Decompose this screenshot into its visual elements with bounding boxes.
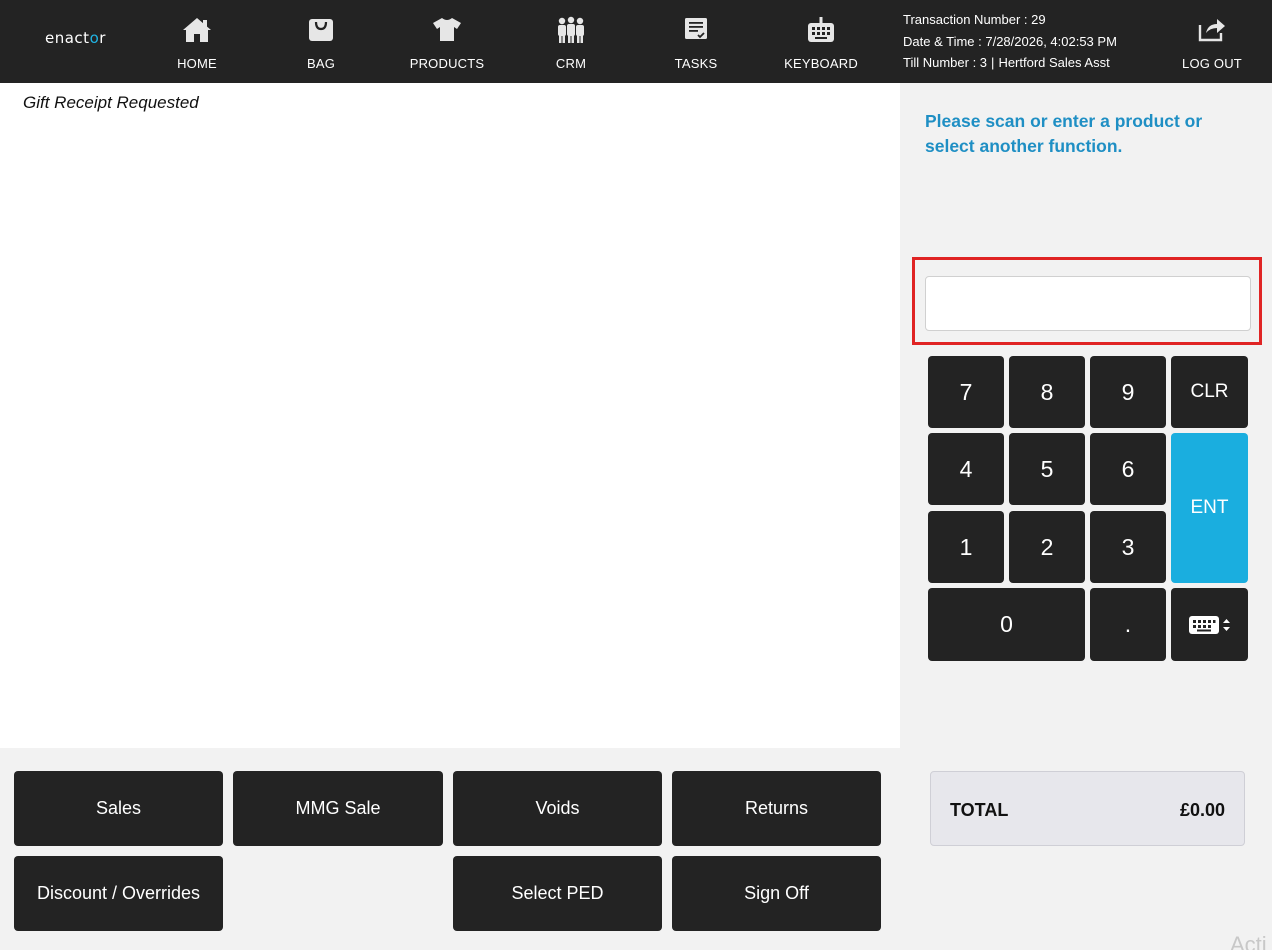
till-separator: | bbox=[991, 55, 995, 70]
activation-watermark: Acti bbox=[1230, 932, 1267, 950]
key-1[interactable]: 1 bbox=[928, 511, 1004, 583]
total-box: TOTAL £0.00 bbox=[930, 771, 1245, 846]
receipt-panel: Gift Receipt Requested bbox=[0, 83, 900, 748]
people-icon bbox=[558, 16, 584, 43]
operator-name: Hertford Sales Asst bbox=[998, 55, 1110, 70]
keyboard-toggle-button[interactable] bbox=[1171, 588, 1248, 661]
key-7[interactable]: 7 bbox=[928, 356, 1004, 428]
keyboard-icon bbox=[808, 17, 834, 42]
select-ped-button[interactable]: Select PED bbox=[453, 856, 662, 931]
key-decimal[interactable]: . bbox=[1090, 588, 1166, 661]
scan-input[interactable] bbox=[925, 276, 1251, 331]
returns-button[interactable]: Returns bbox=[672, 771, 881, 846]
till-number: Till Number : 3 bbox=[903, 55, 988, 70]
transaction-number: Transaction Number : 29 bbox=[903, 12, 1046, 27]
key-4[interactable]: 4 bbox=[928, 433, 1004, 505]
discount-overrides-button[interactable]: Discount / Overrides bbox=[14, 856, 223, 931]
nav-bag[interactable]: BAG bbox=[266, 0, 376, 83]
nav-keyboard-label: KEYBOARD bbox=[784, 56, 858, 71]
key-6[interactable]: 6 bbox=[1090, 433, 1166, 505]
enactor-logo: enactor bbox=[45, 29, 106, 47]
transaction-info: Transaction Number : 29 Date & Time : 7/… bbox=[903, 9, 1117, 74]
key-clear[interactable]: CLR bbox=[1171, 356, 1248, 428]
nav-crm-label: CRM bbox=[555, 56, 587, 71]
nav-products[interactable]: PRODUCTS bbox=[392, 0, 502, 83]
key-8[interactable]: 8 bbox=[1009, 356, 1085, 428]
mmg-sale-button[interactable]: MMG Sale bbox=[233, 771, 443, 846]
gift-receipt-note: Gift Receipt Requested bbox=[23, 93, 199, 112]
date-time: Date & Time : 7/28/2026, 4:02:53 PM bbox=[903, 33, 1117, 49]
total-label: TOTAL bbox=[950, 800, 1009, 820]
scan-input-highlight bbox=[912, 257, 1262, 345]
nav-bag-label: BAG bbox=[306, 56, 336, 71]
logout-label: LOG OUT bbox=[1182, 56, 1242, 71]
tshirt-icon bbox=[433, 18, 461, 41]
keyboard-toggle-icon bbox=[1188, 615, 1230, 634]
key-5[interactable]: 5 bbox=[1009, 433, 1085, 505]
key-2[interactable]: 2 bbox=[1009, 511, 1085, 583]
nav-home-label: HOME bbox=[177, 56, 217, 71]
bag-icon bbox=[309, 19, 333, 41]
tasks-icon bbox=[685, 18, 707, 39]
prompt-message: Please scan or enter a product or select… bbox=[925, 111, 1203, 156]
nav-keyboard[interactable]: KEYBOARD bbox=[766, 0, 876, 83]
nav-crm[interactable]: CRM bbox=[516, 0, 626, 83]
entry-panel: Please scan or enter a product or select… bbox=[900, 83, 1272, 950]
nav-tasks[interactable]: TASKS bbox=[641, 0, 751, 83]
key-9[interactable]: 9 bbox=[1090, 356, 1166, 428]
nav-products-label: PRODUCTS bbox=[409, 56, 485, 71]
sales-button[interactable]: Sales bbox=[14, 771, 223, 846]
voids-button[interactable]: Voids bbox=[453, 771, 662, 846]
logout-button[interactable]: LOG OUT bbox=[1157, 0, 1267, 83]
nav-home[interactable]: HOME bbox=[142, 0, 252, 83]
key-0[interactable]: 0 bbox=[928, 588, 1085, 661]
logout-share-icon bbox=[1198, 19, 1225, 42]
total-value: £0.00 bbox=[1179, 800, 1225, 820]
till-info: Till Number : 3 | Hertford Sales Asst bbox=[903, 52, 1117, 74]
key-enter[interactable]: ENT bbox=[1171, 433, 1248, 583]
sign-off-button[interactable]: Sign Off bbox=[672, 856, 881, 931]
top-nav-bar: enactor HOME BAG PRODUCTS CRM TASKS KEYB… bbox=[0, 0, 1272, 83]
home-icon bbox=[183, 18, 211, 42]
key-3[interactable]: 3 bbox=[1090, 511, 1166, 583]
nav-tasks-label: TASKS bbox=[674, 56, 718, 71]
